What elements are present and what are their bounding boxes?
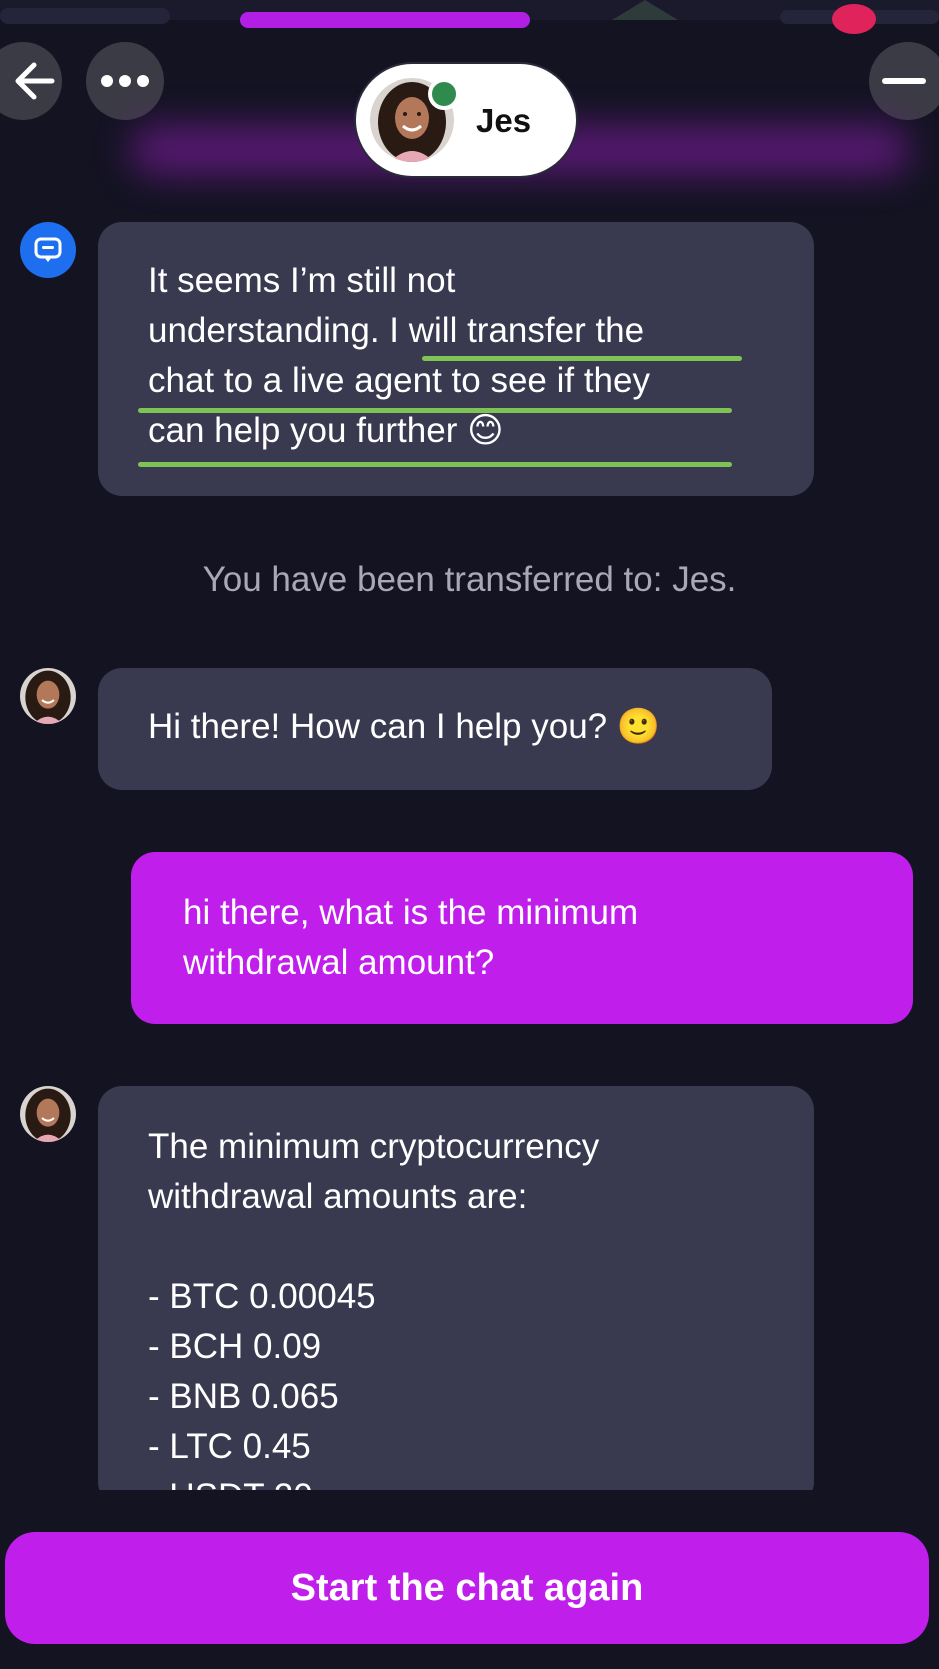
agent-name: Jes: [476, 102, 532, 139]
background-page-strip: [0, 0, 939, 34]
minimize-icon: [882, 78, 926, 84]
bot-message-bubble: It seems I’m still not understanding. I …: [98, 222, 814, 496]
chatbot-icon: [20, 222, 76, 278]
minimize-button[interactable]: [869, 42, 939, 120]
agent-avatar: [20, 668, 76, 724]
start-chat-again-button[interactable]: Start the chat again: [5, 1532, 929, 1644]
online-status-dot: [428, 78, 460, 110]
highlight-underline: [138, 462, 732, 467]
highlight-underline: [422, 356, 742, 361]
user-message-text: hi there, what is the minimum withdrawal…: [183, 893, 639, 982]
chat-screen: Jes It seems I’m still not understanding…: [0, 0, 939, 1669]
transfer-notice: You have been transferred to: Jes.: [202, 560, 737, 599]
user-message-bubble: hi there, what is the minimum withdrawal…: [131, 852, 913, 1024]
highlight-underline: [138, 408, 732, 413]
arrow-left-icon: [15, 62, 55, 100]
more-horizontal-icon: [101, 75, 149, 87]
back-button[interactable]: [0, 42, 62, 120]
more-options-button[interactable]: [86, 42, 164, 120]
agent-avatar: [20, 1086, 76, 1142]
agent-message-text: The minimum cryptocurrency withdrawal am…: [148, 1127, 600, 1506]
agent-header-pill: Jes: [356, 64, 576, 176]
agent-message-bubble: Hi there! How can I help you? 🙂: [98, 668, 772, 790]
agent-message-bubble: The minimum cryptocurrency withdrawal am…: [98, 1086, 814, 1506]
agent-message-text: Hi there! How can I help you? 🙂: [148, 707, 661, 746]
